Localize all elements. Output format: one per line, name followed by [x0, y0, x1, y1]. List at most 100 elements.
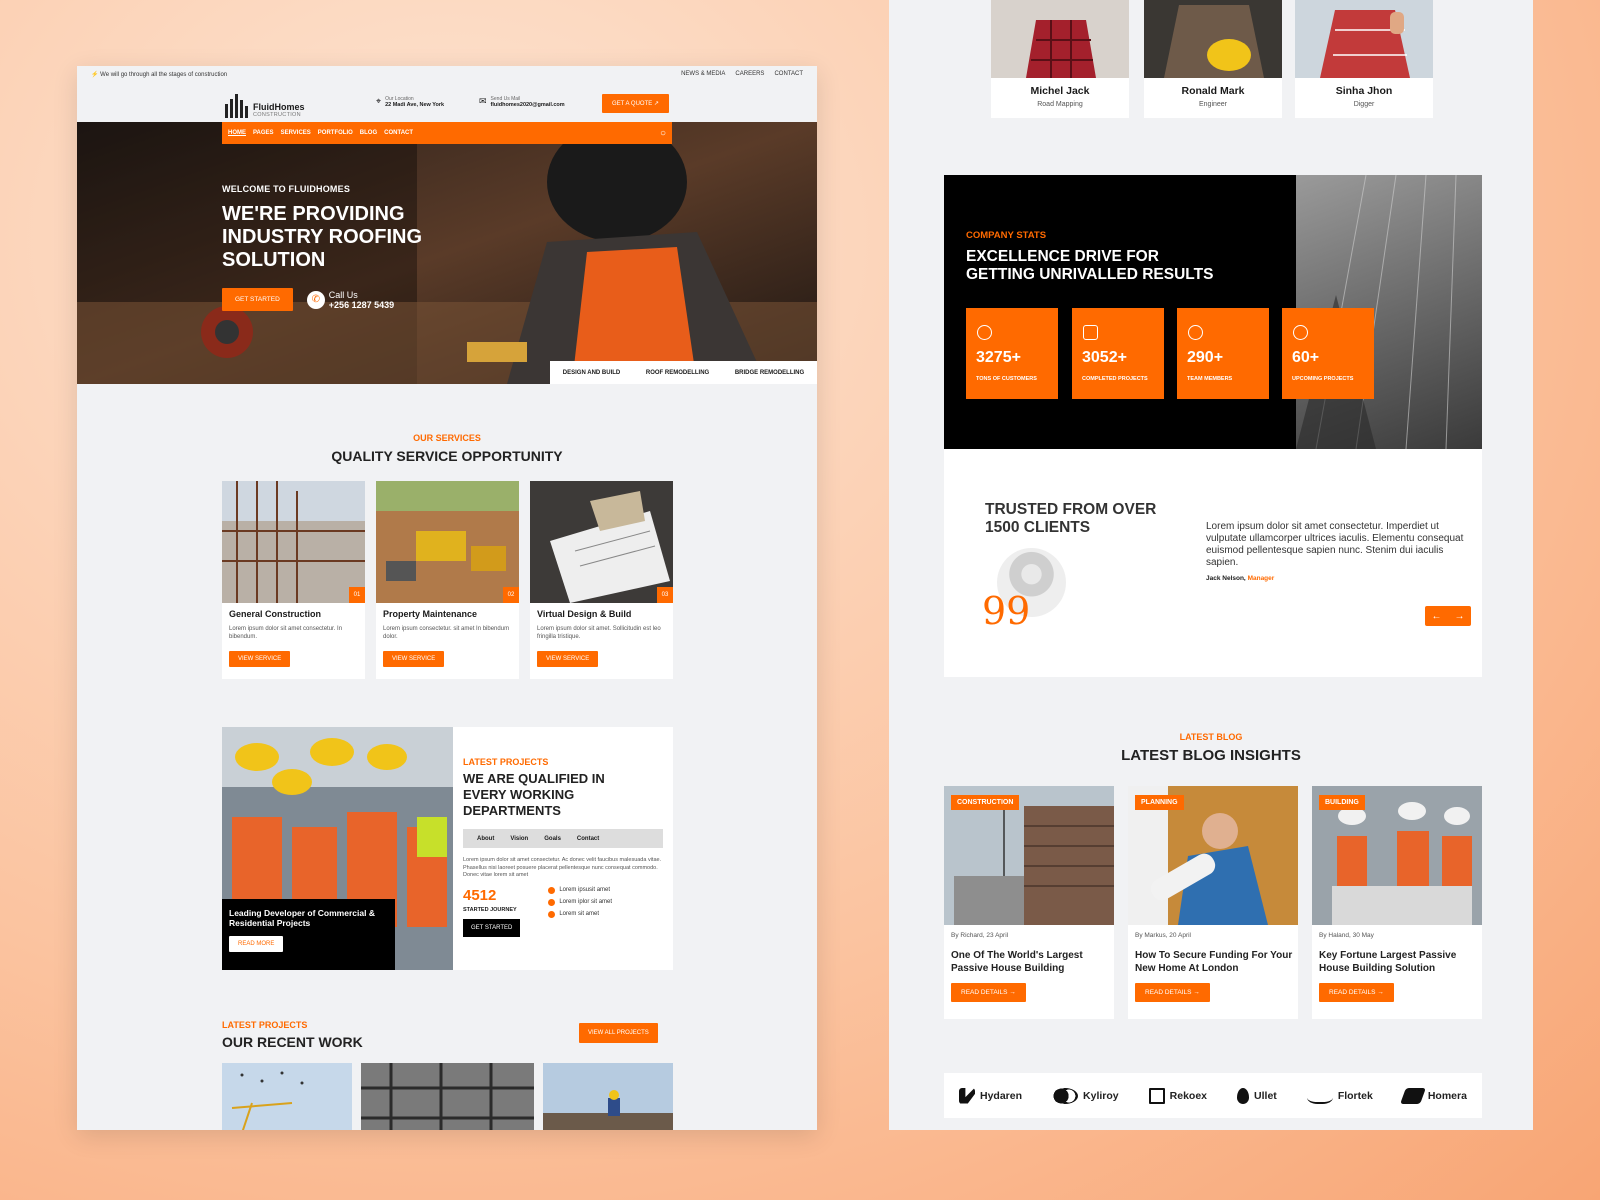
team-name: Sinha Jhon — [1335, 85, 1393, 97]
nav-pages[interactable]: PAGES — [253, 130, 274, 136]
brand-name: Hydaren — [980, 1089, 1023, 1102]
author-name: Jack Nelson, — [1206, 575, 1246, 582]
stat-value: 3275+ — [976, 349, 1021, 366]
homepage-preview-left: ⚡ We will go through all the stages of c… — [77, 66, 817, 1130]
blog-card: BUILDING By Haland, 30 May Key Fortune L… — [1312, 786, 1482, 1019]
brand-homera[interactable]: Homera — [1399, 1087, 1467, 1104]
read-more-button[interactable]: READ MORE — [229, 936, 284, 952]
blog-tag[interactable]: BUILDING — [1319, 795, 1365, 810]
hydaren-logo-icon — [959, 1087, 975, 1104]
latest-projects-section: Leading Developer of Commercial & Reside… — [222, 727, 673, 970]
view-service-button[interactable]: VIEW SERVICE — [229, 651, 291, 667]
homepage-preview-right: Michel Jack Road Mapping Ronald Mark Eng… — [889, 0, 1533, 1130]
call-us[interactable]: ✆ Call Us +256 1287 5439 — [306, 289, 394, 310]
projects-tabs: About Vision Goals Contact — [463, 829, 663, 848]
blog-title[interactable]: One Of The World's Largest Passive House… — [951, 949, 1111, 975]
projects-content: LATEST PROJECTS WE ARE QUALIFIED IN EVER… — [463, 757, 663, 937]
stats-title-line: EXCELLENCE DRIVE FOR — [966, 248, 1159, 265]
tab-roof-remodelling[interactable]: ROOF REMODELLING — [646, 370, 709, 376]
caption-text: Leading Developer of Commercial & Reside… — [229, 908, 375, 928]
team-photo — [991, 0, 1129, 78]
hero-worker-image — [77, 122, 817, 384]
call-label: Call Us — [328, 289, 358, 300]
services-title: QUALITY SERVICE OPPORTUNITY — [331, 448, 563, 464]
brand-rekoex[interactable]: Rekoex — [1148, 1087, 1207, 1104]
homera-logo-icon — [1399, 1087, 1426, 1104]
mail-icon: ✉ — [479, 96, 487, 106]
blog-byline: By Richard, 23 April — [951, 932, 1009, 939]
rekoex-logo-icon — [1148, 1087, 1165, 1104]
read-details-label: READ DETAILS — [1329, 989, 1376, 996]
started-journey-label: STARTED JOURNEY — [463, 906, 517, 913]
brand-flortek[interactable]: Flortek — [1306, 1087, 1373, 1104]
read-details-button[interactable]: READ DETAILS → — [951, 983, 1026, 1002]
team-icon — [1188, 325, 1203, 340]
tab-goals[interactable]: Goals — [544, 836, 561, 842]
arrow-left-icon[interactable]: ← — [1432, 611, 1442, 622]
brand-hydaren[interactable]: Hydaren — [959, 1087, 1023, 1104]
tab-contact[interactable]: Contact — [577, 836, 599, 842]
get-started-button[interactable]: GET STARTED — [222, 288, 293, 311]
nav-services[interactable]: SERVICES — [281, 130, 311, 136]
link-contact[interactable]: CONTACT — [774, 71, 803, 77]
read-details-button[interactable]: READ DETAILS → — [1135, 983, 1210, 1002]
arrow-right-icon[interactable]: → — [1455, 611, 1465, 622]
stat-value: 290+ — [1187, 349, 1224, 366]
testimonial-title-line: 1500 CLIENTS — [985, 519, 1091, 536]
projects-title-line: EVERY WORKING — [463, 787, 575, 802]
location-value: 22 Madi Ave, New York — [385, 102, 445, 108]
service-title: Property Maintenance — [383, 609, 478, 619]
blog-byline: By Haland, 30 May — [1319, 932, 1374, 939]
recent-work-image — [222, 1063, 352, 1130]
flortek-logo-icon — [1306, 1087, 1333, 1104]
blog-title[interactable]: Key Fortune Largest Passive House Buildi… — [1319, 949, 1479, 975]
author-role: Manager — [1247, 575, 1275, 582]
get-started-dark-button[interactable]: GET STARTED — [463, 918, 521, 937]
service-card: 01 General Construction Lorem ipsum dolo… — [222, 481, 365, 679]
team-card: Michel Jack Road Mapping — [991, 0, 1129, 118]
link-news-media[interactable]: NEWS & MEDIA — [681, 71, 725, 77]
service-card: 02 Property Maintenance Lorem ipsum cons… — [376, 481, 519, 679]
check-item: Lorem iplor sit amet — [548, 898, 612, 906]
nav-contact[interactable]: CONTACT — [384, 130, 413, 136]
arrow-right-icon: → — [1009, 989, 1016, 996]
quote-label: GET A QUOTE — [612, 101, 653, 107]
read-details-label: READ DETAILS — [1145, 989, 1192, 996]
logo[interactable]: FluidHomes CONSTRUCTION — [223, 92, 305, 118]
nav-home[interactable]: HOME — [228, 130, 246, 136]
logo-name: FluidHomes — [253, 102, 305, 112]
team-role: Engineer — [1198, 101, 1228, 108]
stats-title: EXCELLENCE DRIVE FOR GETTING UNRIVALLED … — [966, 248, 1213, 284]
checklist: Lorem ipsusit amet Lorem iplor sit amet … — [548, 886, 612, 937]
link-careers[interactable]: CAREERS — [735, 71, 764, 77]
blog-tag[interactable]: CONSTRUCTION — [951, 795, 1020, 810]
brand-ullet[interactable]: Ullet — [1237, 1087, 1277, 1104]
brand-name: Kyliroy — [1083, 1089, 1119, 1102]
tab-about[interactable]: About — [477, 836, 494, 842]
view-service-button[interactable]: VIEW SERVICE — [537, 651, 599, 667]
top-bar: ⚡ We will go through all the stages of c… — [77, 66, 817, 84]
projects-paragraph: Lorem ipsum dolor sit amet consectetur. … — [463, 857, 662, 878]
blog-tag[interactable]: PLANNING — [1135, 795, 1184, 810]
check-text: Lorem sit amet — [559, 911, 600, 917]
brand-kyliroy[interactable]: Kyliroy — [1052, 1087, 1119, 1104]
arrow-up-right-icon: ↗ — [653, 101, 659, 107]
view-service-button[interactable]: VIEW SERVICE — [383, 651, 445, 667]
testimonial-title: TRUSTED FROM OVER 1500 CLIENTS — [985, 501, 1156, 537]
get-a-quote-button[interactable]: GET A QUOTE ↗ — [602, 94, 669, 113]
projects-caption-box: Leading Developer of Commercial & Reside… — [222, 899, 395, 970]
quote-icon: 99 — [982, 589, 1031, 633]
nav-portfolio[interactable]: PORTFOLIO — [318, 130, 353, 136]
search-icon[interactable]: ○ — [660, 128, 666, 139]
team-name: Ronald Mark — [1181, 85, 1245, 97]
tab-design-build[interactable]: DESIGN AND BUILD — [563, 370, 620, 376]
view-all-projects-button[interactable]: VIEW ALL PROJECTS — [579, 1023, 658, 1043]
read-details-button[interactable]: READ DETAILS → — [1319, 983, 1394, 1002]
topbar-links: NEWS & MEDIA CAREERS CONTACT — [681, 71, 803, 77]
tab-vision[interactable]: Vision — [510, 836, 528, 842]
tab-bridge-remodelling[interactable]: BRIDGE REMODELLING — [735, 370, 804, 376]
site-header: FluidHomes CONSTRUCTION ⌖ Our Location 2… — [77, 84, 817, 122]
nav-blog[interactable]: BLOG — [360, 130, 377, 136]
blog-title[interactable]: How To Secure Funding For Your New Home … — [1135, 949, 1295, 975]
stat-value: 60+ — [1292, 349, 1320, 366]
